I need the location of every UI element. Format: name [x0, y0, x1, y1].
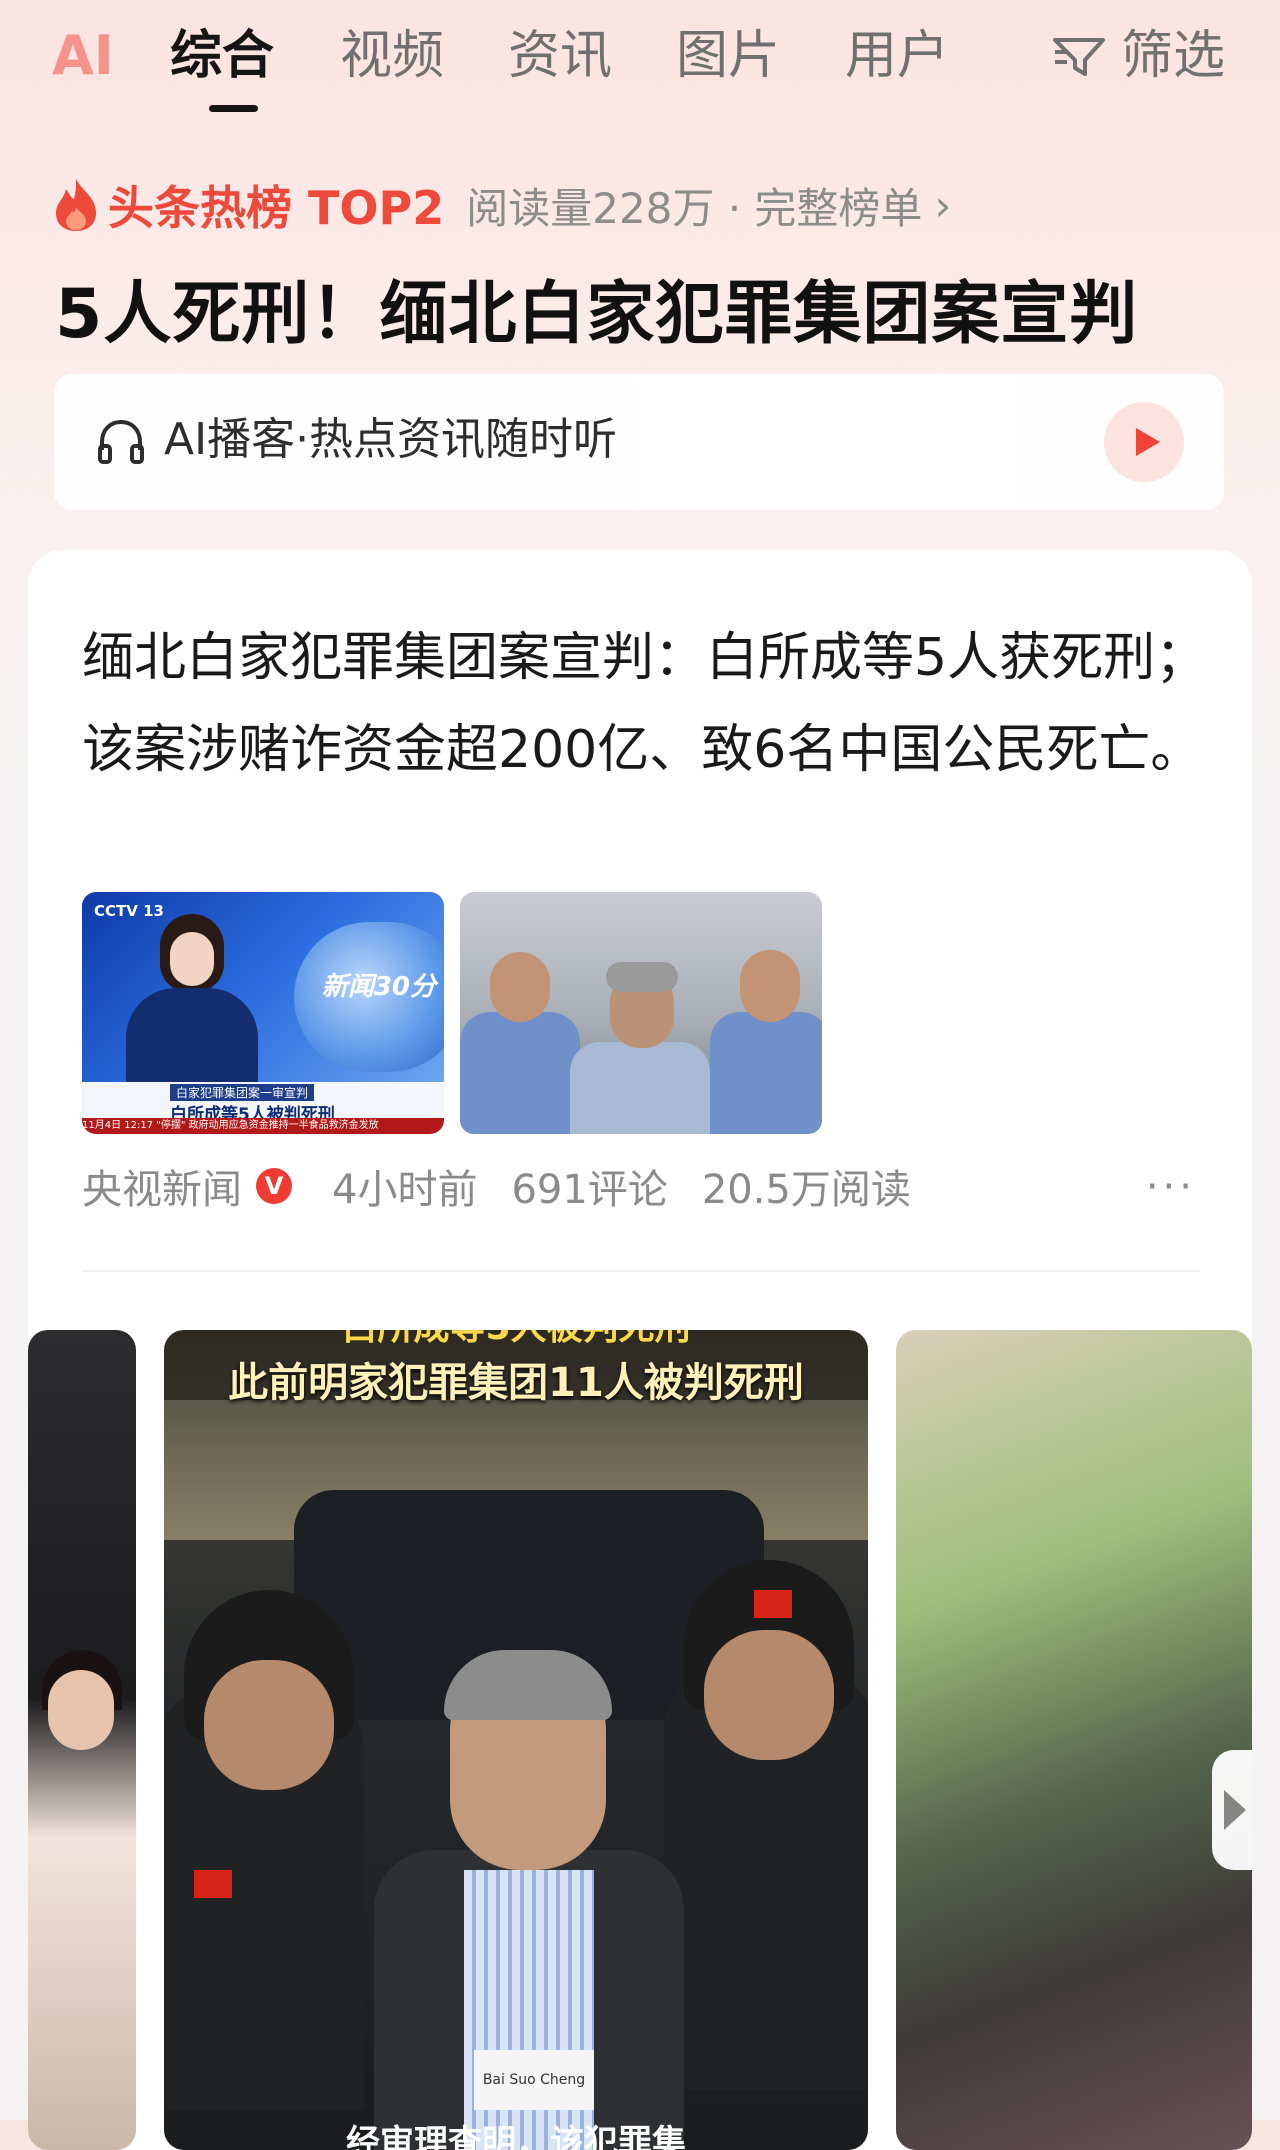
anchor-face: [170, 932, 214, 986]
video-thumbnail-left[interactable]: [28, 1330, 136, 2150]
filter-button[interactable]: 筛选: [1051, 22, 1225, 90]
page-title[interactable]: 5人死刑！缅北白家犯罪集团案宣判: [55, 258, 1138, 357]
caption-small: 白家犯罪集团案一审宣判: [170, 1084, 315, 1101]
article-time: 4小时前: [332, 1167, 478, 1213]
channel-logo: CCTV 13: [94, 902, 164, 920]
guard-right-face: [704, 1630, 834, 1760]
filter-icon: [1052, 38, 1105, 76]
top-tab-bar: AI 综合 视频 资讯 图片 用户 筛选: [0, 0, 1280, 120]
defendant-body: [570, 1042, 710, 1134]
chevron-right-icon: ›: [934, 180, 952, 230]
video-caption-bottom: 经审理查明，该犯罪集: [346, 2123, 686, 2150]
flame-icon: [56, 179, 96, 231]
guard-left-face: [204, 1660, 334, 1790]
ai-search-button[interactable]: AI: [52, 22, 114, 90]
podcast-label: AI播客·热点资讯随时听: [164, 414, 618, 465]
police-officer-right: [710, 1012, 822, 1134]
tab-users[interactable]: 用户: [845, 22, 949, 90]
article-source[interactable]: 央视新闻: [82, 1157, 242, 1215]
defendant-photo-thumbnail[interactable]: [460, 892, 822, 1134]
hot-list-label: 头条热榜 TOP2: [108, 181, 445, 235]
article-thumbnails[interactable]: CCTV 13 新闻30分 白家犯罪集团案一审宣判 白所成等5人被判死刑 11月…: [82, 892, 822, 1134]
broadcast-caption: 白家犯罪集团案一审宣判 白所成等5人被判死刑 11月4日 12:17 "停摆" …: [82, 1082, 444, 1134]
video-thumbnail-main[interactable]: Bai Suo Cheng 白所成等5人被判死刑 此前明家犯罪集团11人被判死刑…: [164, 1330, 868, 2150]
video-thumbnail-right[interactable]: [896, 1330, 1252, 2150]
play-icon[interactable]: [1104, 402, 1184, 482]
ai-podcast-bar[interactable]: AI播客·热点资讯随时听: [54, 374, 1224, 510]
article-reads: 20.5万阅读: [701, 1167, 911, 1213]
tab-video[interactable]: 视频: [340, 22, 444, 90]
anchor-body: [126, 988, 258, 1084]
headphones-icon: [98, 419, 144, 464]
defendant-hair: [606, 962, 678, 992]
flag-patch-icon: [754, 1590, 792, 1618]
divider: [82, 1270, 1200, 1272]
more-options-icon[interactable]: ···: [1146, 1164, 1196, 1210]
flag-patch-icon: [194, 1870, 232, 1898]
search-result-card: 缅北白家犯罪集团案宣判：白所成等5人获死刑；该案涉赌诈资金超200亿、致6名中国…: [28, 550, 1252, 2150]
video-caption-title: 此前明家犯罪集团11人被判死刑: [228, 1360, 804, 1406]
tab-news[interactable]: 资讯: [508, 22, 612, 90]
filter-label: 筛选: [1120, 26, 1225, 86]
news-broadcast-thumbnail[interactable]: CCTV 13 新闻30分 白家犯罪集团案一审宣判 白所成等5人被判死刑 11月…: [82, 892, 444, 1134]
news-ticker: 11月4日 12:17 "停摆" 政府动用应急资金推持一半食品救济金发放: [82, 1118, 444, 1134]
officer-left-face: [490, 952, 550, 1022]
program-logo: 新闻30分: [321, 972, 436, 1002]
woman-face: [48, 1670, 114, 1750]
article-meta: 央视新闻 V 4小时前 691评论 20.5万阅读 ···: [82, 1156, 1212, 1216]
tab-images[interactable]: 图片: [676, 22, 780, 90]
police-officer-left: [460, 1012, 580, 1134]
tab-general[interactable]: 综合: [170, 22, 274, 90]
officer-right-face: [740, 950, 800, 1022]
verified-badge-icon: V: [256, 1168, 292, 1204]
article-comments: 691评论: [511, 1167, 668, 1213]
video-carousel[interactable]: Bai Suo Cheng 白所成等5人被判死刑 此前明家犯罪集团11人被判死刑…: [28, 1330, 1252, 2150]
hot-list-banner[interactable]: 头条热榜 TOP2 阅读量228万 · 完整榜单 ›: [52, 170, 951, 240]
next-arrow-icon[interactable]: [1212, 1750, 1252, 1870]
hot-list-meta[interactable]: 阅读量228万 · 完整榜单: [466, 175, 922, 236]
name-tag: Bai Suo Cheng: [474, 2050, 594, 2110]
article-title[interactable]: 缅北白家犯罪集团案宣判：白所成等5人获死刑；该案涉赌诈资金超200亿、致6名中国…: [82, 612, 1212, 796]
active-tab-indicator: [209, 105, 258, 112]
video-caption-top: 白所成等5人被判死刑: [164, 1330, 868, 1352]
